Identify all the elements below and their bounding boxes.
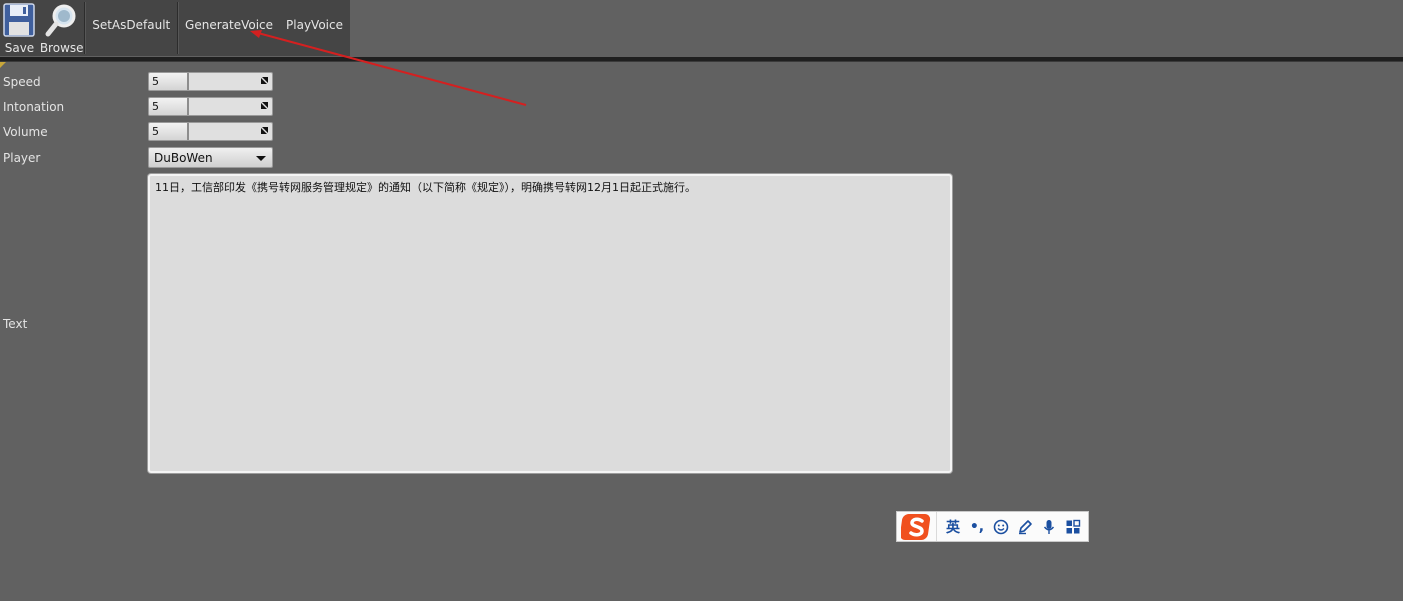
player-dropdown[interactable]: DuBoWen bbox=[148, 147, 273, 168]
emoji-icon[interactable] bbox=[989, 512, 1013, 541]
toolbar: Save Browse SetAsDefault GenerateVoice P… bbox=[0, 0, 350, 56]
magnifier-icon bbox=[45, 4, 76, 37]
expand-icon[interactable] bbox=[260, 76, 269, 85]
browse-label: Browse bbox=[39, 41, 84, 55]
play-voice-button[interactable]: PlayVoice bbox=[280, 0, 350, 50]
save-button[interactable]: Save bbox=[0, 0, 39, 56]
handwriting-icon[interactable] bbox=[1013, 512, 1037, 541]
intonation-label: Intonation bbox=[3, 100, 65, 114]
speed-value: 5 bbox=[152, 75, 159, 88]
speed-input[interactable]: 5 bbox=[148, 72, 273, 91]
volume-input[interactable]: 5 bbox=[148, 122, 273, 141]
intonation-input[interactable]: 5 bbox=[148, 97, 273, 116]
player-value: DuBoWen bbox=[154, 151, 213, 165]
generate-voice-button[interactable]: GenerateVoice bbox=[178, 0, 280, 50]
set-as-default-button[interactable]: SetAsDefault bbox=[85, 0, 177, 50]
grid-menu-icon[interactable] bbox=[1061, 512, 1085, 541]
browse-button[interactable]: Browse bbox=[39, 0, 84, 56]
ime-punctuation-toggle[interactable]: •, bbox=[965, 512, 989, 541]
player-label: Player bbox=[3, 151, 41, 165]
chevron-down-icon bbox=[256, 156, 266, 161]
text-input[interactable]: 11日，工信部印发《携号转网服务管理规定》的通知（以下简称《规定》），明确携号转… bbox=[148, 174, 952, 473]
save-icon bbox=[3, 3, 36, 37]
microphone-icon[interactable] bbox=[1037, 512, 1061, 541]
save-label: Save bbox=[4, 41, 35, 55]
volume-label: Volume bbox=[3, 125, 48, 139]
expand-icon[interactable] bbox=[260, 101, 269, 110]
corner-marker bbox=[0, 62, 6, 68]
ime-toolbar: 英 •, bbox=[896, 511, 1089, 542]
ime-language-toggle[interactable]: 英 bbox=[941, 512, 965, 541]
sogou-logo-icon[interactable] bbox=[897, 512, 937, 541]
text-label: Text bbox=[3, 317, 28, 331]
toolbar-divider bbox=[0, 57, 1403, 62]
speed-label: Speed bbox=[3, 75, 41, 89]
intonation-value: 5 bbox=[152, 100, 159, 113]
expand-icon[interactable] bbox=[260, 126, 269, 135]
volume-value: 5 bbox=[152, 125, 159, 138]
